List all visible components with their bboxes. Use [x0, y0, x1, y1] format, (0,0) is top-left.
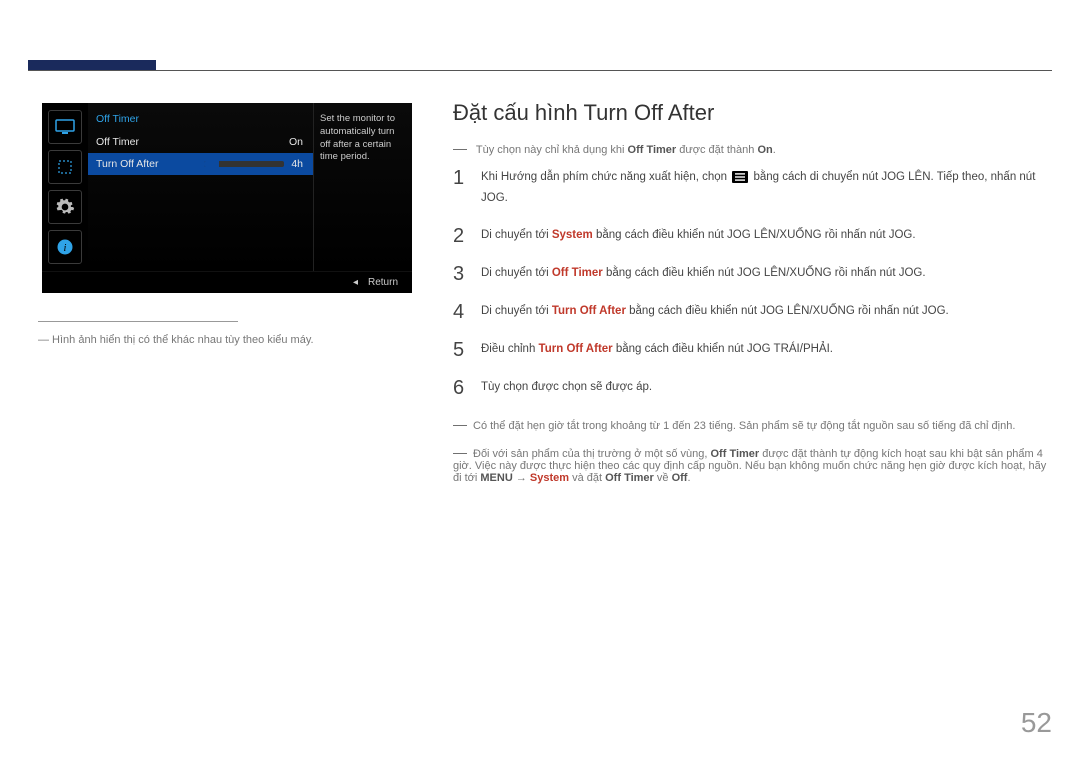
- steps-list: 1Khi Hướng dẫn phím chức năng xuất hiện,…: [453, 168, 1052, 398]
- step: 6Tùy chọn được chọn sẽ được áp.: [453, 378, 1052, 398]
- dash-icon: ―: [453, 140, 467, 156]
- osd-menu-title: Off Timer: [88, 109, 313, 131]
- osd-description: Set the monitor to automatically turn of…: [313, 103, 412, 271]
- step-number: 2: [453, 226, 481, 246]
- step: 1Khi Hướng dẫn phím chức năng xuất hiện,…: [453, 168, 1052, 208]
- step-text: Di chuyển tới System bằng cách điều khiể…: [481, 226, 1052, 244]
- step-number: 3: [453, 264, 481, 284]
- emphasis: Turn Off After: [552, 305, 626, 317]
- strong-text: Off Timer: [605, 472, 654, 484]
- osd-row-value: On: [289, 136, 303, 148]
- info-icon: i: [48, 230, 82, 264]
- step-number: 1: [453, 168, 481, 188]
- step: 2Di chuyển tới System bằng cách điều khi…: [453, 226, 1052, 246]
- left-arrow-icon: ◂: [353, 277, 358, 288]
- header-accent-bar: [28, 60, 156, 70]
- left-divider: [38, 321, 238, 322]
- content-column: Đặt cấu hình Turn Off After ― Tùy chọn n…: [453, 100, 1052, 496]
- footnote: ―Có thể đặt hẹn giờ tắt trong khoảng từ …: [453, 416, 1052, 432]
- footnotes: ―Có thể đặt hẹn giờ tắt trong khoảng từ …: [453, 416, 1052, 484]
- step-text: Khi Hướng dẫn phím chức năng xuất hiện, …: [481, 168, 1052, 208]
- intro-strong2: On: [757, 144, 772, 156]
- left-note: ― Hình ảnh hiển thị có thể khác nhau tùy…: [38, 334, 408, 346]
- intro-mid: được đặt thành: [676, 144, 757, 156]
- settings-dotted-icon: [48, 150, 82, 184]
- strong-text: Off: [672, 472, 688, 484]
- strong-text: Off Timer: [711, 448, 760, 460]
- intro-strong1: Off Timer: [628, 144, 677, 156]
- osd-slider: [204, 161, 284, 167]
- step-text: Di chuyển tới Turn Off After bằng cách đ…: [481, 302, 1052, 320]
- osd-row-turn-off-after: Turn Off After 4h: [88, 153, 313, 175]
- osd-screenshot: i Off Timer Off Timer On Turn Off After …: [42, 103, 412, 293]
- osd-return-label: Return: [368, 277, 398, 288]
- osd-row-value: 4h: [291, 158, 303, 170]
- emphasis: System: [530, 472, 569, 484]
- osd-menu: Off Timer Off Timer On Turn Off After 4h: [88, 103, 313, 271]
- page-number: 52: [1021, 707, 1052, 739]
- step-text: Di chuyển tới Off Timer bằng cách điều k…: [481, 264, 1052, 282]
- osd-row-label: Turn Off After: [96, 158, 158, 170]
- gear-icon: [48, 190, 82, 224]
- emphasis: Turn Off After: [539, 343, 613, 355]
- dash-icon: ―: [453, 416, 467, 432]
- footnote: ―Đối với sản phẩm của thị trường ở một s…: [453, 444, 1052, 484]
- osd-left-icons: i: [42, 103, 88, 271]
- osd-row-off-timer: Off Timer On: [88, 131, 313, 153]
- header-rule: [28, 70, 1052, 71]
- step-text: Tùy chọn được chọn sẽ được áp.: [481, 378, 1052, 396]
- svg-text:i: i: [64, 243, 67, 254]
- osd-row-label: Off Timer: [96, 136, 139, 148]
- menu-icon: [732, 171, 748, 189]
- step: 4Di chuyển tới Turn Off After bằng cách …: [453, 302, 1052, 322]
- step-number: 5: [453, 340, 481, 360]
- osd-footer: ◂ Return: [42, 271, 412, 293]
- step: 3Di chuyển tới Off Timer bằng cách điều …: [453, 264, 1052, 284]
- step-number: 4: [453, 302, 481, 322]
- step-number: 6: [453, 378, 481, 398]
- monitor-icon: [48, 110, 82, 144]
- dash-icon: ―: [453, 444, 467, 460]
- strong-text: MENU: [480, 472, 512, 484]
- emphasis: Off Timer: [552, 267, 603, 279]
- step: 5Điều chỉnh Turn Off After bằng cách điề…: [453, 340, 1052, 360]
- intro-suffix: .: [773, 144, 776, 156]
- step-text: Điều chỉnh Turn Off After bằng cách điều…: [481, 340, 1052, 358]
- intro-prefix: Tùy chọn này chỉ khả dụng khi: [476, 144, 628, 156]
- page-title: Đặt cấu hình Turn Off After: [453, 100, 1052, 126]
- emphasis: System: [552, 229, 593, 241]
- intro-note: ― Tùy chọn này chỉ khả dụng khi Off Time…: [453, 140, 1052, 156]
